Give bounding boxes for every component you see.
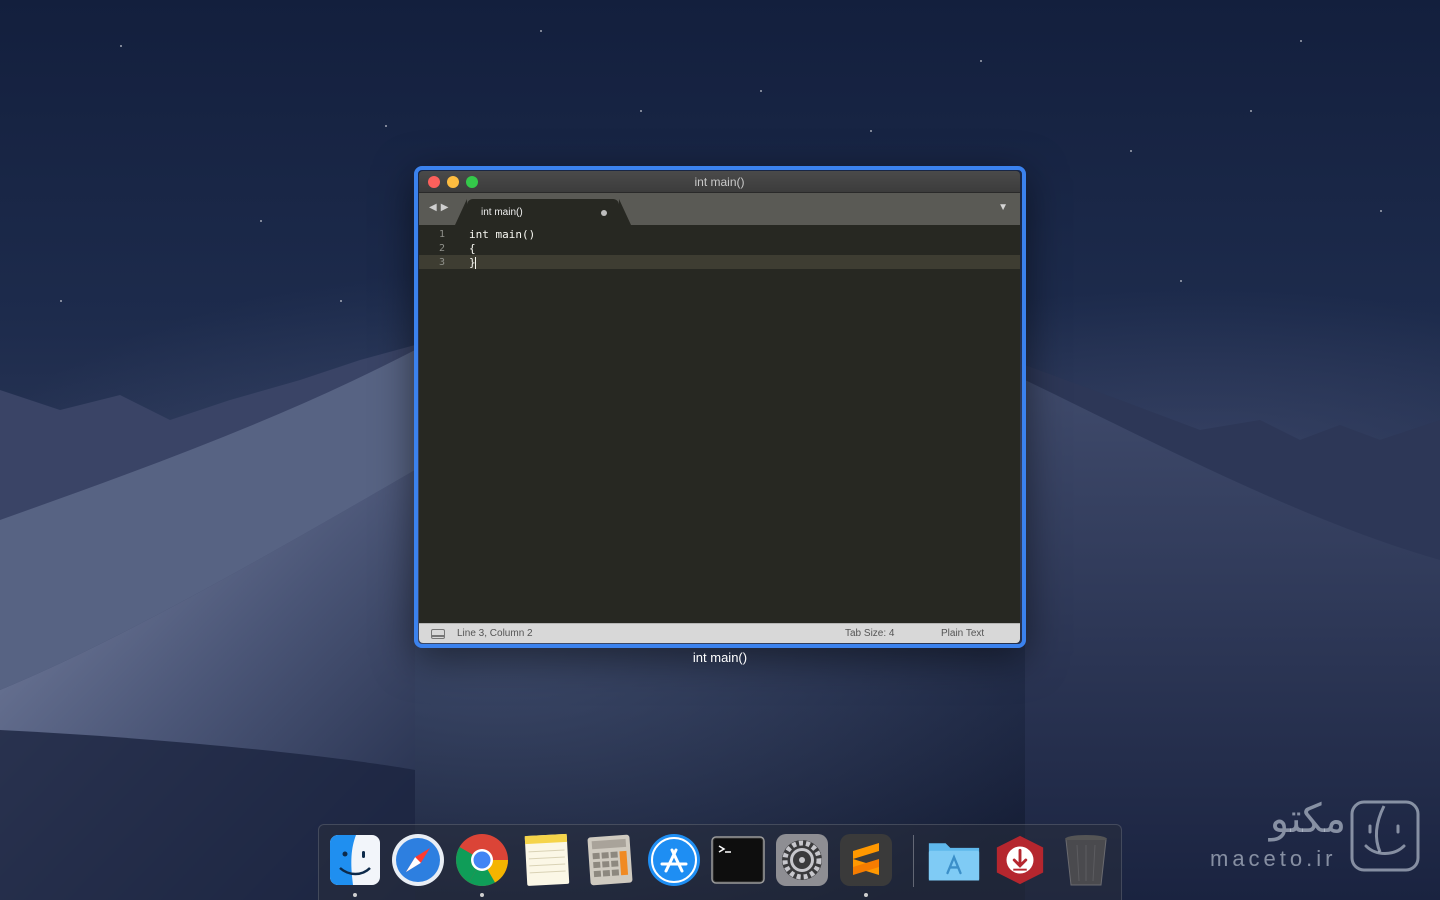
code-text: int main() [469, 227, 536, 241]
code-line-current: 3 } [419, 255, 1020, 269]
window-caption: int main() [692, 650, 748, 665]
watermark-persian-text: مکتو [1269, 796, 1346, 842]
tab-back-arrow-icon[interactable]: ◀ [429, 202, 437, 213]
system-preferences-icon[interactable] [775, 833, 829, 887]
sublime-text-icon[interactable] [839, 833, 893, 897]
minimize-button[interactable] [447, 175, 459, 188]
close-button[interactable] [428, 175, 440, 188]
tab-size-selector[interactable]: Tab Size: 4 [845, 628, 894, 639]
panel-toggle-icon[interactable] [431, 628, 445, 639]
tab-bar: ◀ ▶ int main() ▼ [419, 193, 1020, 225]
code-editor[interactable]: 1 int main() 2 { 3 } [419, 225, 1020, 623]
dock-divider [913, 835, 914, 887]
running-indicator [480, 893, 484, 897]
maceto-logo-icon [1350, 800, 1420, 872]
unsaved-dot-icon[interactable] [601, 210, 607, 216]
running-indicator [353, 893, 357, 897]
dock [318, 824, 1122, 900]
downloads-icon[interactable] [993, 833, 1047, 887]
tab-forward-arrow-icon[interactable]: ▶ [441, 202, 449, 213]
code-text: { [469, 241, 476, 255]
line-number: 1 [438, 228, 445, 240]
app-store-icon[interactable] [647, 833, 701, 887]
code-line: 2 { [419, 241, 1020, 255]
cursor-position: Line 3, Column 2 [457, 628, 533, 639]
tab-navigation: ◀ ▶ [429, 202, 448, 213]
status-bar: Line 3, Column 2 Tab Size: 4 Plain Text [419, 623, 1020, 643]
chrome-icon[interactable] [455, 833, 509, 897]
code-text-wrapper: } [453, 256, 476, 269]
tab-menu-dropdown-icon[interactable]: ▼ [998, 202, 1008, 213]
tab-int-main[interactable]: int main() [455, 199, 631, 225]
terminal-icon[interactable] [711, 833, 765, 887]
line-number: 2 [438, 242, 445, 254]
calculator-icon[interactable] [583, 833, 637, 887]
traffic-lights [428, 175, 478, 188]
applications-folder-icon[interactable] [927, 833, 981, 887]
notes-icon[interactable] [519, 833, 573, 887]
window-title: int main() [694, 174, 745, 189]
sublime-text-window[interactable]: int main() ◀ ▶ int main() ▼ 1 int main()… [419, 171, 1020, 643]
watermark-latin-text: maceto.ir [1210, 846, 1337, 871]
running-indicator [864, 893, 868, 897]
safari-icon[interactable] [391, 833, 445, 887]
syntax-selector[interactable]: Plain Text [941, 628, 984, 639]
line-number: 3 [438, 256, 445, 268]
text-cursor [474, 256, 476, 269]
code-line: 1 int main() [419, 227, 1020, 241]
maximize-button[interactable] [466, 175, 478, 188]
trash-icon[interactable] [1059, 833, 1113, 887]
tab-label: int main() [481, 206, 523, 218]
finder-icon[interactable] [328, 833, 382, 897]
window-titlebar[interactable]: int main() [419, 171, 1020, 193]
